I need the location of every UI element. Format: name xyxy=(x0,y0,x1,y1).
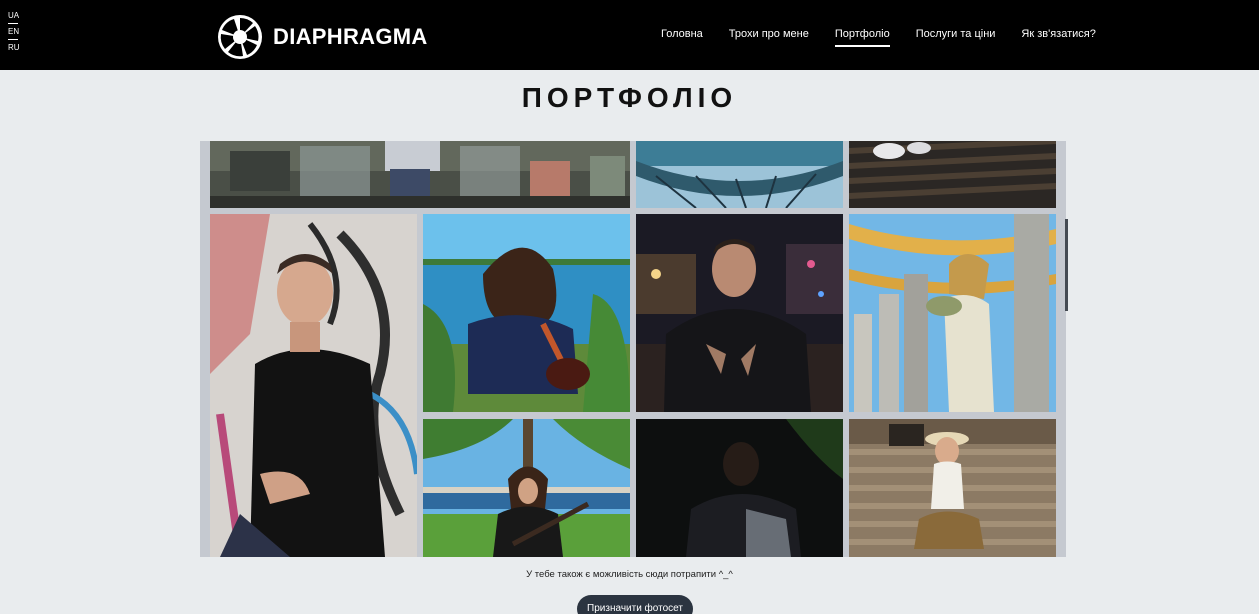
nav-item-portfolio[interactable]: Портфоліо xyxy=(834,28,890,47)
gallery-photo[interactable] xyxy=(423,419,630,557)
gallery-caption: У тебе також є можливість сюди потрапити… xyxy=(526,569,733,580)
photo-man-graffiti-wall xyxy=(210,214,417,557)
nav-item-contacts[interactable]: Як зв'язатися? xyxy=(1021,28,1095,44)
header-bar: UA EN RU DIAPHRAGMA Головна Трохи про ме… xyxy=(0,0,1259,70)
gallery-photo[interactable] xyxy=(210,214,417,557)
nav-item-home[interactable]: Головна xyxy=(661,28,703,44)
lang-ua[interactable]: UA xyxy=(8,11,22,21)
lang-en[interactable]: EN xyxy=(8,27,22,37)
portfolio-gallery[interactable] xyxy=(200,141,1066,557)
nav-item-about[interactable]: Трохи про мене xyxy=(729,28,809,44)
language-switcher: UA EN RU xyxy=(8,11,22,53)
brand-name: DIAPHRAGMA xyxy=(273,24,428,49)
photo-woman-hat-stairs xyxy=(849,419,1056,557)
lang-divider xyxy=(8,23,18,24)
gallery-photo[interactable] xyxy=(636,419,843,557)
photo-metal-canopy xyxy=(636,141,843,208)
brand-logo[interactable]: DIAPHRAGMA xyxy=(217,14,428,60)
photo-man-night-city xyxy=(636,214,843,412)
photo-bench-feet xyxy=(849,141,1056,208)
photo-man-dark-night xyxy=(636,419,843,557)
main-nav: Головна Трохи про мене Портфоліо Послуги… xyxy=(661,28,1096,47)
gallery-photo[interactable] xyxy=(849,419,1056,557)
gallery-photo[interactable] xyxy=(849,141,1056,208)
photo-guitarist-back-lake xyxy=(423,214,630,412)
book-photoshoot-button[interactable]: Призначити фотосет xyxy=(577,595,693,614)
gallery-photo[interactable] xyxy=(423,214,630,412)
lang-ru[interactable]: RU xyxy=(8,43,22,53)
gallery-photo[interactable] xyxy=(636,141,843,208)
photo-fountain-street xyxy=(210,141,630,208)
gallery-photo[interactable] xyxy=(636,214,843,412)
page-title: ПОРТФОЛІО xyxy=(521,82,738,113)
gallery-photo[interactable] xyxy=(210,141,630,208)
photo-guitarist-lake xyxy=(423,419,630,557)
aperture-icon xyxy=(218,15,262,59)
lang-divider xyxy=(8,39,18,40)
nav-item-services[interactable]: Послуги та ціни xyxy=(916,28,996,44)
gallery-scrollbar[interactable] xyxy=(1065,219,1068,311)
photo-woman-columns xyxy=(849,214,1056,412)
gallery-photo[interactable] xyxy=(849,214,1056,412)
